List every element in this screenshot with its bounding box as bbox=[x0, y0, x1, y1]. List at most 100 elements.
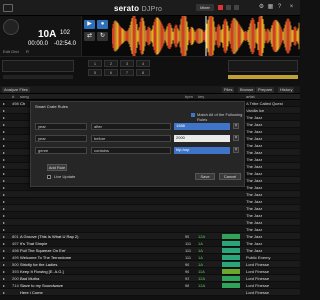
row-expand-icon[interactable]: ▸ bbox=[3, 177, 5, 184]
cue-pad[interactable]: 1 bbox=[88, 60, 102, 67]
track-key: 11A bbox=[198, 269, 205, 274]
row-expand-icon[interactable]: ▸ bbox=[3, 261, 5, 268]
row-expand-icon[interactable]: ▸ bbox=[3, 226, 5, 233]
rule-2-value[interactable]: 2000 bbox=[174, 135, 230, 142]
cue-pad[interactable]: 3 bbox=[120, 60, 134, 67]
row-expand-icon[interactable]: ▸ bbox=[3, 212, 5, 219]
row-expand-icon[interactable]: ▸ bbox=[3, 275, 5, 282]
live-update-label: Live Update bbox=[54, 174, 76, 179]
row-expand-icon[interactable]: ▸ bbox=[3, 128, 5, 135]
table-row[interactable]: ▸ 497 It's That Simple 111 1A The Jazz bbox=[0, 240, 300, 247]
midi-icon[interactable] bbox=[226, 5, 231, 10]
rule-1-value[interactable]: 1988 bbox=[174, 123, 230, 130]
row-expand-icon[interactable]: ▸ bbox=[3, 191, 5, 198]
row-expand-icon[interactable]: ▸ bbox=[3, 198, 5, 205]
row-expand-icon[interactable]: ▸ bbox=[3, 205, 5, 212]
settings-icon[interactable]: ⚙ bbox=[258, 4, 265, 11]
cue-pad[interactable]: 4 bbox=[136, 60, 150, 67]
table-row[interactable]: ▸ 498 Pull The Squeeze On Em' 111 1A The Jazz bbox=[0, 247, 300, 254]
table-row[interactable]: ▸ The Jazz bbox=[0, 212, 300, 219]
analyze-files-button[interactable]: Analyze Files bbox=[2, 87, 30, 93]
table-row[interactable]: ▸ 200 Bad Mutha 93 12A Lord Finesse bbox=[0, 275, 300, 282]
layout-icon[interactable]: ▦ bbox=[267, 4, 274, 11]
row-expand-icon[interactable]: ▸ bbox=[3, 289, 5, 296]
rule-3-field[interactable]: genre bbox=[35, 147, 87, 154]
row-expand-icon[interactable]: ▸ bbox=[3, 170, 5, 177]
row-expand-icon[interactable]: ▸ bbox=[3, 247, 5, 254]
help-icon[interactable]: ? bbox=[276, 4, 283, 11]
rule-2-field[interactable]: year bbox=[35, 135, 87, 142]
mixer-button[interactable]: Mixer bbox=[196, 4, 214, 11]
row-expand-icon[interactable]: ▸ bbox=[3, 282, 5, 289]
cue-icon[interactable]: ● bbox=[97, 20, 108, 29]
tab-prepare[interactable]: Prepare bbox=[256, 87, 275, 93]
table-row[interactable]: ▸ 500 Strictly for the Ladies 96 1A Lord Fine… bbox=[0, 261, 300, 268]
table-row[interactable]: ▸ The Jazz bbox=[0, 198, 300, 205]
table-row[interactable]: ▸ 499 Welcome To The Terrordome 111 1A Public… bbox=[0, 254, 300, 261]
panel-toggle-icon[interactable] bbox=[3, 4, 13, 12]
row-expand-icon[interactable]: ▸ bbox=[3, 149, 5, 156]
save-button[interactable]: Save bbox=[195, 173, 215, 180]
overview-left-bar[interactable] bbox=[2, 60, 74, 72]
table-row[interactable]: ▸ The Jazz bbox=[0, 226, 300, 233]
table-row[interactable]: ▸ 393 Keep It Flowing [E. A.G.] 96 11A Lord F… bbox=[0, 268, 300, 275]
tab-browse[interactable]: Browse bbox=[238, 87, 256, 93]
row-expand-icon[interactable]: ▸ bbox=[3, 121, 5, 128]
add-rule-button[interactable]: Add Rule bbox=[47, 164, 67, 171]
row-expand-icon[interactable]: ▸ bbox=[3, 156, 5, 163]
table-row[interactable]: ▸ 801 A Groove (This Is What U Rap 2) 95 12A… bbox=[0, 233, 300, 240]
table-row[interactable]: ▸ The Jazz bbox=[0, 191, 300, 198]
deck-platter-icon[interactable] bbox=[3, 19, 19, 35]
table-row[interactable]: ▸ The Jazz bbox=[0, 219, 300, 226]
rule-3-value[interactable]: hip-hop bbox=[174, 147, 230, 154]
loop-icon[interactable]: ↻ bbox=[97, 32, 108, 41]
row-expand-icon[interactable]: ▸ bbox=[3, 100, 5, 107]
cancel-button[interactable]: Cancel bbox=[219, 173, 241, 180]
rule-1-field[interactable]: year bbox=[35, 123, 87, 130]
cue-pad[interactable]: 8 bbox=[136, 69, 150, 76]
overview-right-bar[interactable] bbox=[228, 60, 298, 72]
track-artist: The Jazz bbox=[246, 227, 263, 232]
rule-3-operator[interactable]: contains bbox=[91, 147, 171, 154]
cue-pad[interactable]: 2 bbox=[104, 60, 118, 67]
rule-1-operator[interactable]: after bbox=[91, 123, 171, 130]
row-expand-icon[interactable]: ▸ bbox=[3, 184, 5, 191]
fx-icon[interactable] bbox=[234, 5, 239, 10]
live-update-checkbox[interactable] bbox=[47, 175, 51, 179]
play-icon[interactable]: ▶ bbox=[84, 20, 95, 29]
table-row[interactable]: ▸ The Jazz bbox=[0, 205, 300, 212]
cue-pad[interactable]: 7 bbox=[120, 69, 134, 76]
rule-3-remove-button[interactable]: × bbox=[233, 147, 239, 153]
cue-pad[interactable]: 5 bbox=[88, 69, 102, 76]
rule-2-operator[interactable]: before bbox=[91, 135, 171, 142]
track-bpm: 111 bbox=[185, 241, 192, 246]
track-bpm: 93 bbox=[185, 276, 190, 281]
overview-waveform-strip[interactable] bbox=[228, 75, 298, 79]
table-row[interactable]: ▸ Here I Come Lord Finesse bbox=[0, 289, 300, 296]
cue-pad[interactable]: 6 bbox=[104, 69, 118, 76]
row-expand-icon[interactable]: ▸ bbox=[3, 163, 5, 170]
window-close-icon[interactable]: × bbox=[288, 4, 295, 11]
row-expand-icon[interactable]: ▸ bbox=[3, 114, 5, 121]
table-row[interactable]: ▸ 714 Slave to my Soundwave 98 12A Lord Fines… bbox=[0, 282, 300, 289]
match-all-checkbox[interactable] bbox=[191, 113, 195, 117]
row-expand-icon[interactable]: ▸ bbox=[3, 135, 5, 142]
waveform-display[interactable] bbox=[112, 16, 300, 56]
track-artist: The Jazz bbox=[246, 220, 263, 225]
track-bpm: 95 bbox=[185, 234, 190, 239]
overview-strip[interactable] bbox=[3, 75, 73, 79]
row-expand-icon[interactable]: ▸ bbox=[3, 254, 5, 261]
rule-1-remove-button[interactable]: × bbox=[233, 123, 239, 129]
row-expand-icon[interactable]: ▸ bbox=[3, 233, 5, 240]
rule-2-remove-button[interactable]: × bbox=[233, 135, 239, 141]
row-expand-icon[interactable]: ▸ bbox=[3, 219, 5, 226]
row-expand-icon[interactable]: ▸ bbox=[3, 107, 5, 114]
transport-controls: ▶ ● ⇄ ↻ bbox=[82, 18, 112, 54]
tab-history[interactable]: History bbox=[278, 87, 295, 93]
sync-icon[interactable]: ⇄ bbox=[84, 32, 95, 41]
row-expand-icon[interactable]: ▸ bbox=[3, 268, 5, 275]
tab-files[interactable]: Files bbox=[222, 87, 235, 93]
row-expand-icon[interactable]: ▸ bbox=[3, 142, 5, 149]
edit-grid-button[interactable]: Edit Grid bbox=[3, 49, 19, 54]
row-expand-icon[interactable]: ▸ bbox=[3, 240, 5, 247]
